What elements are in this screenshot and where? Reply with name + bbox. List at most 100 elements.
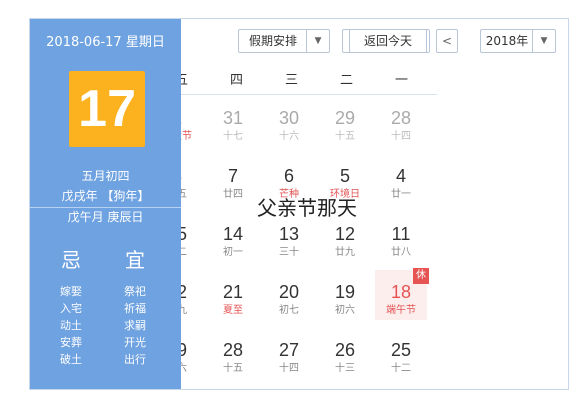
today-button[interactable]: 返回今天 — [349, 29, 427, 53]
day-cell[interactable]: 19 初六 — [319, 270, 371, 320]
ganzhi-year: 戊戌年 【狗年】 — [61, 189, 150, 203]
day-number: 6 — [283, 166, 294, 186]
day-cell-content: 7 廿四 — [207, 166, 259, 201]
holiday-select[interactable]: ▼ 假期安排 — [238, 29, 330, 53]
day-cell[interactable]: 27 十四 — [263, 328, 315, 378]
day-cell[interactable]: 28 十五 — [207, 328, 259, 378]
day-cell[interactable]: 11 廿八 — [375, 212, 427, 262]
chevron-left-icon: < — [441, 34, 453, 48]
day-cell-content: 4 廿一 — [375, 166, 427, 201]
day-lunar-label: 十七 — [223, 131, 243, 142]
ji-item: 破土 — [60, 353, 82, 366]
day-lunar-label: 十三 — [335, 363, 355, 374]
day-lunar-label: 十二 — [391, 363, 411, 374]
day-number: 20 — [278, 282, 300, 302]
overlay-caption: 父亲节那天 — [257, 196, 357, 220]
day-cell[interactable]: 29 十五 — [319, 96, 371, 146]
day-cell-content: 18 端午节 — [375, 282, 427, 317]
chevron-down-icon: ▼ — [532, 30, 555, 52]
yi-label: 宜 — [125, 248, 145, 272]
day-cell-content: 12 廿九 — [319, 224, 371, 259]
day-number: 13 — [278, 224, 300, 244]
day-number: 28 — [222, 340, 244, 360]
day-lunar-label: 十五 — [223, 363, 243, 374]
day-cell-content: 30 十六 — [263, 108, 315, 143]
holiday-select-value: 假期安排 — [248, 34, 297, 48]
date-info-panel: 2018-06-17 星期日 17 五月初四 戊戌年 【狗年】 戊午月 庚辰日 … — [30, 19, 181, 389]
weekday-3: 三 — [284, 73, 298, 88]
day-lunar-label: 廿四 — [223, 189, 243, 200]
day-cell-content: 28 十四 — [375, 108, 427, 143]
day-lunar-label: 夏至 — [223, 305, 243, 316]
calendar-widget: ▼ 2018年 < ▼ 6月 > ▼ 假期安排 返回今天 一二三四五六日 28十… — [0, 0, 587, 400]
ganzhi-month-day: 戊午月 庚辰日 — [30, 207, 181, 226]
day-number: 29 — [334, 108, 356, 128]
prev-month-button[interactable]: < — [436, 29, 458, 53]
day-number: 12 — [334, 224, 356, 244]
day-lunar-label: 初七 — [279, 305, 299, 316]
day-cell-content: 19 初六 — [319, 282, 371, 317]
day-lunar-label: 十四 — [279, 363, 299, 374]
weekday-1: 一 — [394, 73, 408, 88]
day-number: 30 — [278, 108, 300, 128]
day-cell-content: 26 十三 — [319, 340, 371, 375]
ji-list: 嫁娶 入宅 动土 安葬 破土 — [51, 283, 91, 368]
day-lunar-label: 三十 — [279, 247, 299, 258]
day-cell[interactable]: 26 十三 — [319, 328, 371, 378]
rest-day-badge: 休 — [413, 268, 429, 284]
day-number: 7 — [227, 166, 238, 186]
day-number: 31 — [222, 108, 244, 128]
yi-item: 祈福 — [124, 302, 146, 315]
day-lunar-label: 初六 — [335, 305, 355, 316]
day-number: 26 — [334, 340, 356, 360]
day-cell-content: 20 初七 — [263, 282, 315, 317]
day-lunar-label: 端午节 — [386, 305, 416, 316]
day-number: 14 — [222, 224, 244, 244]
selected-date-title: 2018-06-17 星期日 — [46, 35, 165, 50]
day-cell-content: 14 初一 — [207, 224, 259, 259]
day-number: 28 — [390, 108, 412, 128]
day-cell-content: 11 廿八 — [375, 224, 427, 259]
day-cell-content: 21 夏至 — [207, 282, 259, 317]
year-select[interactable]: ▼ 2018年 — [480, 29, 556, 53]
day-lunar-label: 初一 — [223, 247, 243, 258]
day-cell[interactable]: 28 十四 — [375, 96, 427, 146]
day-cell[interactable]: 18 端午节 休 — [375, 268, 429, 320]
day-number: 5 — [339, 166, 350, 186]
day-lunar-label: 廿八 — [391, 247, 411, 258]
year-value: 2018年 — [485, 34, 529, 48]
day-number: 4 — [395, 166, 406, 186]
weekday-2: 二 — [339, 73, 353, 88]
day-cell-content: 28 十五 — [207, 340, 259, 375]
day-number: 19 — [334, 282, 356, 302]
day-cell[interactable]: 7 廿四 — [207, 154, 259, 204]
yi-item: 出行 — [124, 353, 146, 366]
ji-item: 安葬 — [60, 336, 82, 349]
day-lunar-label: 十五 — [335, 131, 355, 142]
day-cell[interactable]: 14 初一 — [207, 212, 259, 262]
weekday-4: 四 — [229, 73, 243, 88]
day-cell[interactable]: 25 十二 — [375, 328, 427, 378]
day-cell[interactable]: 30 十六 — [263, 96, 315, 146]
day-cell[interactable]: 4 廿一 — [375, 154, 427, 204]
chevron-down-icon: ▼ — [306, 30, 329, 52]
day-cell[interactable]: 20 初七 — [263, 270, 315, 320]
day-lunar-label: 十六 — [279, 131, 299, 142]
ji-item: 动土 — [60, 319, 82, 332]
day-cell-content: 27 十四 — [263, 340, 315, 375]
yi-item: 求嗣 — [124, 319, 146, 332]
ji-label: 忌 — [61, 248, 81, 272]
lunar-date: 五月初四 — [81, 169, 130, 183]
day-cell[interactable]: 21 夏至 — [207, 270, 259, 320]
big-day-number: 17 — [78, 80, 136, 138]
day-number: 21 — [222, 282, 244, 302]
ji-item: 入宅 — [60, 302, 82, 315]
day-lunar-label: 廿九 — [335, 247, 355, 258]
day-cell-content: 25 十二 — [375, 340, 427, 375]
day-number: 18 — [390, 282, 412, 302]
day-lunar-label: 十四 — [391, 131, 411, 142]
day-cell[interactable]: 31 十七 — [207, 96, 259, 146]
big-day-box: 17 — [69, 71, 145, 147]
today-button-label: 返回今天 — [363, 34, 412, 48]
yi-item: 祭祀 — [124, 285, 146, 298]
